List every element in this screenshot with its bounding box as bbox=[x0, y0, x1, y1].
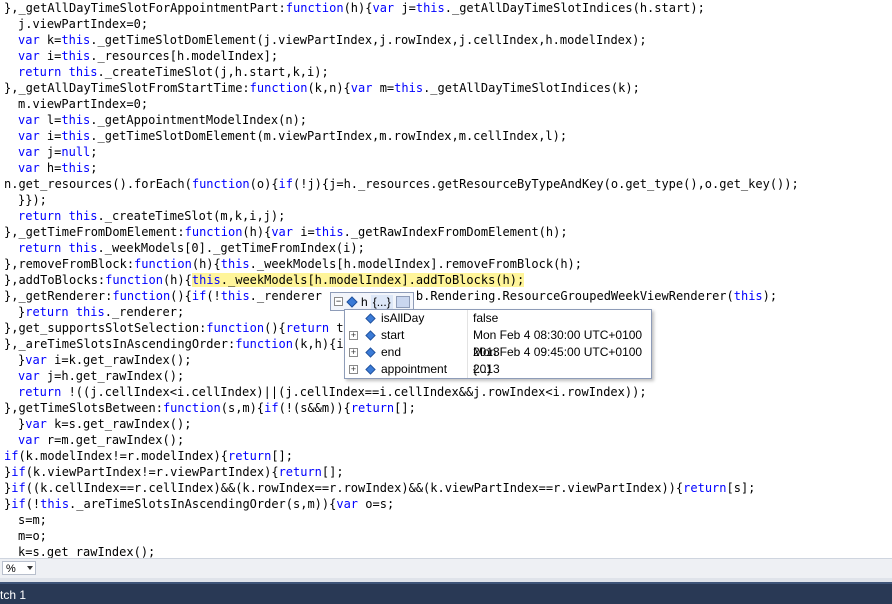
code-line: },removeFromBlock:function(h){this._week… bbox=[4, 257, 582, 271]
code-line: return this._createTimeSlot(j,h.start,k,… bbox=[18, 65, 329, 79]
datatip-row-name: start bbox=[381, 328, 405, 342]
expand-icon[interactable]: + bbox=[349, 331, 358, 340]
debugger-datatip[interactable]: − h {...} isAllDay false + start Mon Feb 4 0… bbox=[330, 292, 652, 379]
datatip-row-name: end bbox=[381, 345, 402, 359]
tab-watch[interactable]: tch 1 bbox=[0, 586, 32, 604]
code-line: return this._weekModels[0]._getTimeFromI… bbox=[18, 241, 365, 255]
code-line: k=s.get_rawIndex(); bbox=[18, 545, 156, 558]
column-divider bbox=[467, 327, 468, 344]
editor-bottom-bar: % bbox=[0, 558, 892, 578]
datatip-row-name: appointment bbox=[381, 362, 448, 376]
code-line: j.viewPartIndex=0; bbox=[18, 17, 149, 31]
datatip-value-summary: {...} bbox=[370, 294, 393, 309]
tool-window-bar: tch 1 bbox=[0, 582, 892, 604]
code-editor[interactable]: },_getAllDayTimeSlotForAppointmentPart:f… bbox=[0, 0, 892, 558]
code-line: var k=this._getTimeSlotDomElement(j.view… bbox=[18, 33, 647, 47]
property-icon bbox=[365, 364, 376, 375]
code-line: },_areTimeSlotsInAscendingOrder:function… bbox=[4, 337, 344, 351]
property-icon bbox=[365, 347, 376, 358]
datatip-row-value[interactable]: {...} bbox=[473, 361, 491, 378]
object-icon bbox=[346, 295, 358, 308]
datatip-members: isAllDay false + start Mon Feb 4 08:30:00 UT… bbox=[344, 309, 652, 379]
code-line: m=o; bbox=[18, 529, 47, 543]
column-divider bbox=[467, 361, 468, 378]
datatip-row-name: isAllDay bbox=[381, 311, 425, 325]
datatip-variable-name: h bbox=[361, 294, 368, 309]
code-line: },_getAllDayTimeSlotForAppointmentPart:f… bbox=[4, 1, 705, 15]
code-line: var i=this._resources[h.modelIndex]; bbox=[18, 49, 279, 63]
code-line: }}); bbox=[18, 193, 47, 207]
datatip-row-isallday[interactable]: isAllDay false bbox=[345, 310, 651, 327]
datatip-row-start[interactable]: + start Mon Feb 4 08:30:00 UTC+0100 2013 bbox=[345, 327, 651, 359]
code-line: return this._createTimeSlot(m,k,i,j); bbox=[18, 209, 286, 223]
code-line: n.get_resources().forEach(function(o){if… bbox=[4, 177, 799, 191]
code-line: }if((k.cellIndex==r.cellIndex)&&(k.rowIn… bbox=[4, 481, 756, 495]
collapse-icon[interactable]: − bbox=[334, 297, 343, 306]
code-line: },addToBlocks:function(h){this._weekMode… bbox=[4, 273, 525, 287]
code-line: var j=h.get_rawIndex(); bbox=[18, 369, 185, 383]
code-line: var i=this._getTimeSlotDomElement(m.view… bbox=[18, 129, 568, 143]
code-line: var r=m.get_rawIndex(); bbox=[18, 433, 185, 447]
code-line: }if(k.viewPartIndex!=r.viewPartIndex){re… bbox=[4, 465, 344, 479]
pin-icon[interactable] bbox=[395, 295, 410, 308]
expand-icon[interactable]: + bbox=[349, 348, 358, 357]
zoom-dropdown[interactable]: % bbox=[2, 561, 36, 575]
property-icon bbox=[365, 313, 376, 324]
code-line: var l=this._getAppointmentModelIndex(n); bbox=[18, 113, 308, 127]
code-line: },_getAllDayTimeSlotFromStartTime:functi… bbox=[4, 81, 640, 95]
code-line: }return this._renderer; bbox=[18, 305, 185, 319]
chevron-down-icon bbox=[27, 566, 33, 570]
code-line: },_getTimeFromDomElement:function(h){var… bbox=[4, 225, 568, 239]
zoom-value: % bbox=[6, 563, 16, 575]
code-line: if(k.modelIndex!=r.modelIndex){return[]; bbox=[4, 449, 294, 463]
column-divider bbox=[467, 310, 468, 327]
code-line: }var i=k.get_rawIndex(); bbox=[18, 353, 192, 367]
code-line: }var k=s.get_rawIndex(); bbox=[18, 417, 192, 431]
code-line: m.viewPartIndex=0; bbox=[18, 97, 149, 111]
code-line: },get_supportsSlotSelection:function(){r… bbox=[4, 321, 344, 335]
code-line: var j=null; bbox=[18, 145, 98, 159]
datatip-row-value[interactable]: false bbox=[473, 310, 498, 327]
datatip-row-end[interactable]: + end Mon Feb 4 09:45:00 UTC+0100 2013 bbox=[345, 344, 651, 376]
code-line: }if(!this._areTimeSlotsInAscendingOrder(… bbox=[4, 497, 395, 511]
expand-icon[interactable]: + bbox=[349, 365, 358, 374]
code-line: var h=this; bbox=[18, 161, 98, 175]
datatip-row-appointment[interactable]: + appointment {...} bbox=[345, 361, 651, 378]
code-line: return !((j.cellIndex<i.cellIndex)||(j.c… bbox=[18, 385, 647, 399]
property-icon bbox=[365, 330, 376, 341]
code-line: },getTimeSlotsBetween:function(s,m){if(!… bbox=[4, 401, 416, 415]
column-divider bbox=[467, 344, 468, 361]
code-line: s=m; bbox=[18, 513, 47, 527]
